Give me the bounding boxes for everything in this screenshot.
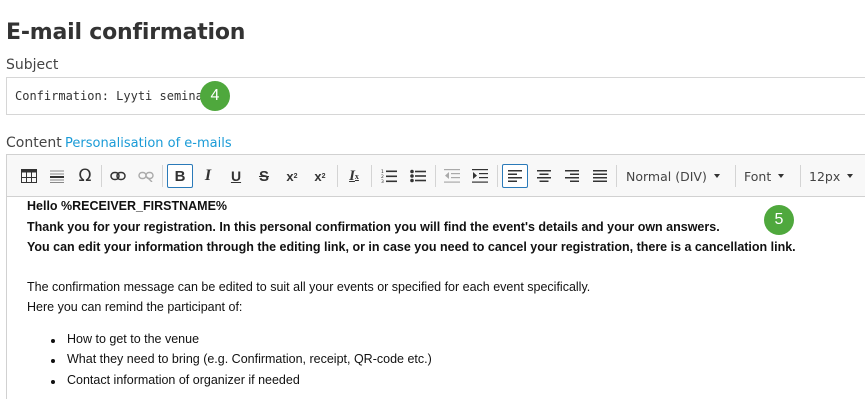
page-title: E-mail confirmation (6, 20, 246, 45)
chevron-down-icon (778, 174, 785, 178)
remove-format-icon[interactable]: Ix (342, 164, 366, 188)
bullet-dot (51, 339, 55, 343)
thank-you-line: Thank you for your registration. In this… (27, 220, 720, 234)
step-badge-4: 4 (200, 81, 230, 111)
italic-icon[interactable]: I (196, 164, 220, 188)
rich-text-editor[interactable]: Ω B I U S x2 x2 Ix 123 Normal (DIV) Font… (6, 154, 865, 399)
subject-label: Subject (6, 57, 59, 73)
list-item-text: What they need to bring (e.g. Confirmati… (67, 352, 432, 366)
subject-field[interactable]: Confirmation: Lyyti seminar (6, 77, 865, 115)
font-dropdown[interactable]: Font (744, 164, 785, 188)
horizontal-line-icon[interactable] (45, 164, 69, 188)
toolbar-separator (497, 165, 498, 187)
greeting-line: Hello %RECEIVER_FIRSTNAME% (27, 199, 228, 213)
font-size-dropdown[interactable]: 12px (809, 164, 854, 188)
toolbar-separator (371, 165, 372, 187)
toolbar-separator (101, 165, 102, 187)
unlink-icon[interactable] (134, 164, 158, 188)
toolbar-separator (435, 165, 436, 187)
outdent-icon[interactable] (440, 164, 464, 188)
format-dropdown[interactable]: Normal (DIV) (626, 164, 720, 188)
remind-line: Here you can remind the participant of: (27, 300, 243, 314)
personalisation-link[interactable]: Personalisation of e-mails (65, 136, 232, 151)
subscript-icon[interactable]: x2 (280, 164, 304, 188)
confirmation-info-line: The confirmation message can be edited t… (27, 280, 591, 294)
edit-info-line: You can edit your information through th… (27, 240, 796, 254)
list-item-text: Contact information of organizer if need… (67, 373, 300, 387)
underline-icon[interactable]: U (224, 164, 248, 188)
bullet-dot (51, 380, 55, 384)
bold-icon[interactable]: B (167, 164, 193, 188)
format-dropdown-label: Normal (DIV) (626, 168, 707, 184)
align-center-icon[interactable] (532, 164, 556, 188)
align-right-icon[interactable] (560, 164, 584, 188)
table-icon[interactable] (17, 164, 41, 188)
bulleted-list-icon[interactable] (406, 164, 430, 188)
subject-value[interactable]: Confirmation: Lyyti seminar (15, 89, 210, 103)
numbered-list-icon[interactable]: 123 (377, 164, 401, 188)
strikethrough-icon[interactable]: S (252, 164, 276, 188)
list-item-text: How to get to the venue (67, 332, 200, 346)
font-dropdown-label: Font (744, 168, 772, 184)
chevron-down-icon (847, 174, 854, 178)
toolbar-separator (162, 165, 163, 187)
step-badge-5: 5 (764, 205, 794, 235)
justify-icon[interactable] (588, 164, 612, 188)
indent-icon[interactable] (468, 164, 492, 188)
font-size-dropdown-label: 12px (809, 168, 841, 184)
superscript-icon[interactable]: x2 (308, 164, 332, 188)
chevron-down-icon (713, 174, 720, 178)
special-char-icon[interactable]: Ω (73, 164, 97, 188)
bullet-dot (51, 359, 55, 363)
svg-text:3: 3 (381, 179, 384, 183)
editor-toolbar: Ω B I U S x2 x2 Ix 123 Normal (DIV) Font… (7, 155, 865, 197)
link-icon[interactable] (106, 164, 130, 188)
toolbar-separator (616, 165, 617, 187)
toolbar-separator (800, 165, 801, 187)
toolbar-separator (735, 165, 736, 187)
align-left-icon[interactable] (502, 164, 528, 188)
toolbar-separator (337, 165, 338, 187)
content-label: Content (6, 135, 62, 151)
